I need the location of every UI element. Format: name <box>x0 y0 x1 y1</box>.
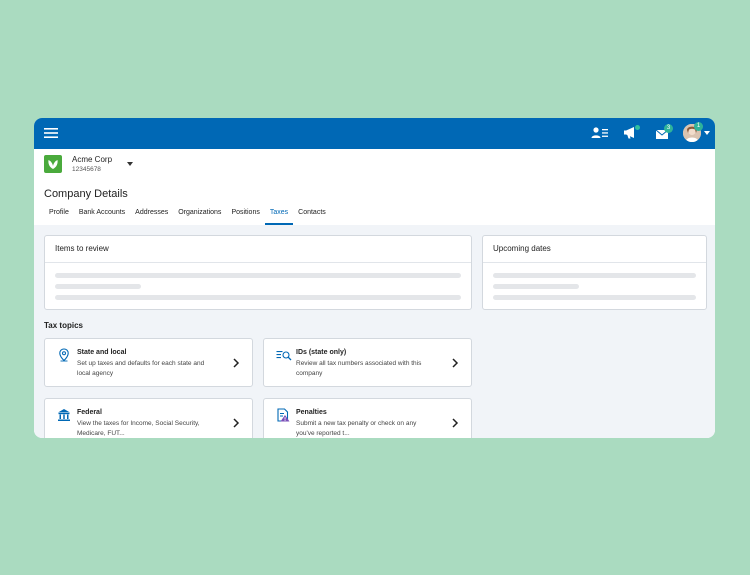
upcoming-dates-card: Upcoming dates <box>482 235 707 310</box>
chevron-right-icon <box>232 358 240 368</box>
people-list-icon[interactable] <box>591 125 609 141</box>
page-title: Company Details <box>44 188 128 200</box>
topic-ids-state-only[interactable]: IDs (state only) Review all tax numbers … <box>263 338 472 387</box>
tab-profile[interactable]: Profile <box>44 207 74 225</box>
messages-badge: 3 <box>664 124 673 133</box>
chevron-down-icon <box>127 162 133 166</box>
topic-state-and-local[interactable]: State and local Set up taxes and default… <box>44 338 253 387</box>
chevron-right-icon <box>451 418 459 428</box>
chevron-right-icon <box>232 418 240 428</box>
loading-placeholder <box>493 295 696 300</box>
company-logo <box>44 155 62 173</box>
announcement-dot <box>635 125 640 130</box>
topic-description: View the taxes for Income, Social Securi… <box>77 420 200 437</box>
topic-federal[interactable]: Federal View the taxes for Income, Socia… <box>44 398 253 438</box>
menu-icon[interactable] <box>44 126 58 140</box>
loading-placeholder <box>493 284 579 289</box>
chevron-down-icon <box>704 131 710 135</box>
topic-description: Set up taxes and defaults for each state… <box>77 360 205 377</box>
company-name: Acme Corp <box>72 155 113 164</box>
tab-organizations[interactable]: Organizations <box>173 207 226 225</box>
topic-title: Penalties <box>296 409 327 416</box>
penalty-document-icon <box>276 408 290 422</box>
mail-icon[interactable]: 3 <box>655 124 673 141</box>
top-bar: 3 1 <box>34 118 715 149</box>
topic-description: Submit a new tax penalty or check on any… <box>296 420 417 437</box>
tab-addresses[interactable]: Addresses <box>130 207 173 225</box>
megaphone-icon[interactable] <box>623 125 641 141</box>
topic-title: State and local <box>77 349 127 356</box>
company-id: 12345678 <box>72 166 101 173</box>
loading-placeholder <box>55 284 141 289</box>
tab-bank-accounts[interactable]: Bank Accounts <box>74 207 130 225</box>
chevron-right-icon <box>451 358 459 368</box>
tab-positions[interactable]: Positions <box>226 207 264 225</box>
loading-placeholder <box>493 273 696 278</box>
items-to-review-card: Items to review <box>44 235 472 310</box>
map-pin-icon <box>57 348 71 362</box>
main-content: Items to review Upcoming dates Tax topic… <box>34 225 715 438</box>
loading-placeholder <box>55 295 461 300</box>
id-search-icon <box>276 348 292 362</box>
bank-building-icon <box>57 408 71 422</box>
avatar-badge: 1 <box>694 122 703 131</box>
card-title: Items to review <box>45 236 471 263</box>
topic-title: Federal <box>77 409 102 416</box>
tab-contacts[interactable]: Contacts <box>293 207 331 225</box>
app-window: 3 1 Acme Corp 12345678 Company Details P… <box>34 118 715 438</box>
topic-penalties[interactable]: Penalties Submit a new tax penalty or ch… <box>263 398 472 438</box>
card-title: Upcoming dates <box>483 236 706 263</box>
tab-taxes[interactable]: Taxes <box>264 207 294 225</box>
topic-description: Review all tax numbers associated with t… <box>296 360 422 377</box>
tax-topics-title: Tax topics <box>44 321 83 330</box>
user-menu[interactable]: 1 <box>683 122 711 142</box>
tab-bar: Profile Bank Accounts Addresses Organiza… <box>44 207 331 225</box>
topic-title: IDs (state only) <box>296 349 347 356</box>
loading-placeholder <box>55 273 461 278</box>
